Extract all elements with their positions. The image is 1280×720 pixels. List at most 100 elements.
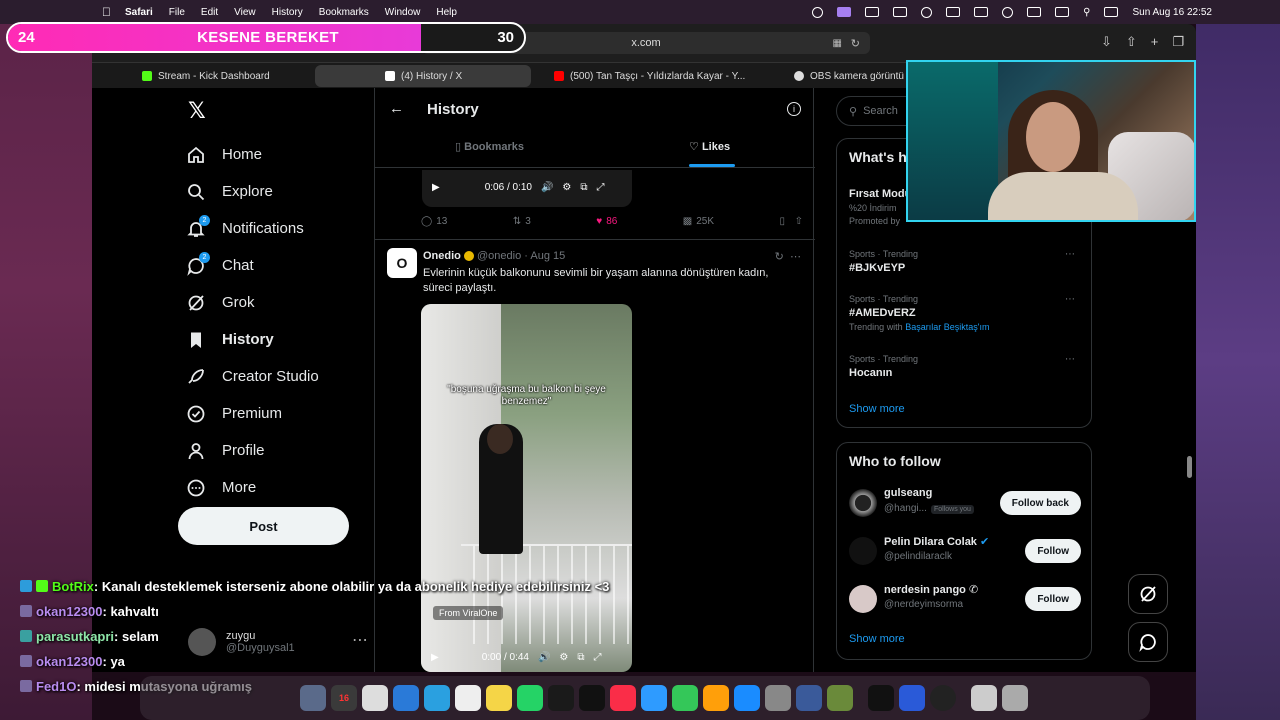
info-icon[interactable]: i (787, 102, 801, 116)
pages-icon[interactable] (703, 685, 729, 711)
calendar-icon[interactable]: 16 (331, 685, 357, 711)
tweet-handle[interactable]: @onedio (477, 250, 521, 262)
wifi-icon[interactable] (1055, 7, 1070, 17)
tab-overview-icon[interactable]: ❐ (1172, 34, 1184, 50)
tweet-more-icon[interactable]: ↻ ⋯ (775, 250, 801, 263)
fullscreen-icon[interactable]: ⤢ (597, 182, 605, 193)
whatsapp-icon[interactable] (517, 685, 543, 711)
sidebar-item-more[interactable]: More (186, 469, 386, 506)
reply-button[interactable]: ◯ 13 (421, 216, 447, 227)
music-icon[interactable] (610, 685, 636, 711)
follow-suggestion[interactable]: nerdesin pango ✆ @nerdeyimsorma Follow (849, 583, 1081, 617)
back-arrow-icon[interactable]: ← (389, 100, 404, 117)
views-button[interactable]: ▩ 25K (683, 216, 714, 227)
like-button[interactable]: ♥ 86 (596, 216, 617, 227)
tab-likes[interactable]: ♡ Likes (689, 140, 730, 153)
share-icon[interactable]: ⇧ (795, 216, 803, 227)
follow-button[interactable]: Follow (1025, 539, 1081, 563)
avatar[interactable]: O (387, 248, 417, 278)
trend-more-icon[interactable]: ⋯ (1065, 249, 1075, 260)
settings-icon[interactable]: ⚙ (562, 182, 571, 193)
video-player[interactable]: ▶ 0:06 / 0:10 🔊 ⚙ ⧉ ⤢ (422, 170, 632, 207)
menu-file[interactable]: File (169, 7, 185, 18)
trend-link[interactable]: Başarılar Beşiktaş'ım (905, 322, 989, 332)
bookmark-button[interactable]: ▯ ⇧ (780, 216, 803, 227)
tab-bookmarks[interactable]: ▯ Bookmarks (455, 140, 524, 153)
menu-edit[interactable]: Edit (201, 7, 218, 18)
trash-icon[interactable] (1002, 685, 1028, 711)
menu-view[interactable]: View (234, 7, 256, 18)
sidebar-item-notifications[interactable]: 2 Notifications (186, 210, 386, 247)
grok-float-button[interactable] (1128, 574, 1168, 614)
obs-icon[interactable] (930, 685, 956, 711)
tab-kick[interactable]: Stream - Kick Dashboard (132, 65, 332, 87)
weather-icon[interactable] (974, 7, 989, 17)
notes-app-icon[interactable] (362, 685, 388, 711)
apple-icon[interactable]:  (102, 5, 111, 19)
new-tab-icon[interactable]: + (1151, 34, 1159, 50)
volume-icon[interactable]: 🔊 (541, 182, 553, 193)
telegram-icon[interactable] (424, 685, 450, 711)
downloads-icon[interactable] (971, 685, 997, 711)
wd-icon[interactable] (899, 685, 925, 711)
status-icon[interactable] (812, 6, 824, 18)
fullscreen-icon[interactable]: ⤢ (594, 652, 602, 663)
tweet-date[interactable]: Aug 15 (530, 250, 565, 262)
repost-button[interactable]: ⇅ 3 (513, 216, 531, 227)
pip-icon[interactable]: ⧉ (580, 182, 587, 193)
menu-window[interactable]: Window (385, 7, 421, 18)
messages-float-button[interactable] (1128, 622, 1168, 662)
tweet-author[interactable]: Onedio (423, 250, 461, 262)
chrome-icon[interactable] (455, 685, 481, 711)
trend-more-icon[interactable]: ⋯ (1065, 294, 1075, 305)
disk-icon[interactable] (921, 6, 933, 18)
tab-youtube[interactable]: (500) Tan Taşçı - Yıldızlarda Kayar - Y.… (544, 65, 754, 87)
finder-icon[interactable] (300, 685, 326, 711)
show-more-link[interactable]: Show more (849, 403, 905, 415)
menu-app-name[interactable]: Safari (125, 7, 153, 18)
sidebar-item-home[interactable]: Home (186, 136, 386, 173)
play-icon[interactable] (1002, 6, 1014, 18)
follow-suggestion[interactable]: gulseang @hangi... Follows you Follow bac… (849, 487, 1081, 521)
appstore-icon[interactable] (734, 685, 760, 711)
control-center-icon[interactable] (1104, 7, 1119, 17)
spotlight-icon[interactable]: ⚲ (1083, 7, 1090, 18)
sidebar-item-premium[interactable]: Premium (186, 395, 386, 432)
sidebar-item-explore[interactable]: Explore (186, 173, 386, 210)
follow-suggestion[interactable]: Pelin Dilara Colak ✔ @pelindilaraclk Fol… (849, 535, 1081, 569)
tab-obs[interactable]: OBS kamera görüntü (784, 65, 914, 87)
trend-item[interactable]: Sports · Trending #AMEDvERZ Trending wit… (849, 294, 1081, 332)
appletv-icon[interactable] (579, 685, 605, 711)
menu-help[interactable]: Help (436, 7, 457, 18)
scrollbar[interactable] (1187, 456, 1192, 478)
safari-icon[interactable] (393, 685, 419, 711)
downloads-icon[interactable]: ⇩ (1101, 34, 1112, 50)
sidebar-item-grok[interactable]: Grok (186, 284, 386, 321)
battery-icon[interactable] (1027, 7, 1042, 17)
trend-more-icon[interactable]: ⋯ (1065, 354, 1075, 365)
menubar-clock[interactable]: Sun Aug 16 22:52 (1132, 7, 1212, 18)
bluetooth-icon[interactable] (946, 7, 961, 17)
reload-icon[interactable]: ↻ (851, 37, 860, 50)
wd-icon[interactable] (865, 7, 880, 17)
post-button[interactable]: Post (178, 507, 349, 545)
follow-button[interactable]: Follow (1025, 587, 1081, 611)
follow-back-button[interactable]: Follow back (999, 491, 1081, 515)
notes-icon[interactable] (486, 685, 512, 711)
preview-icon[interactable] (796, 685, 822, 711)
menu-history[interactable]: History (272, 7, 303, 18)
screen-record-icon[interactable] (837, 7, 852, 17)
sidebar-item-history[interactable]: History (186, 321, 386, 358)
translate-icon[interactable]: ▦ (833, 38, 842, 49)
epic-games-icon[interactable] (868, 685, 894, 711)
trend-item[interactable]: Sports · Trending Hocanın ⋯ (849, 354, 1081, 379)
numbers-icon[interactable] (672, 685, 698, 711)
tab-x-history[interactable]: (4) History / X (315, 65, 531, 87)
keynote-icon[interactable] (641, 685, 667, 711)
game-icon[interactable] (827, 685, 853, 711)
show-more-link[interactable]: Show more (849, 633, 905, 645)
sidebar-item-chat[interactable]: 2 Chat (186, 247, 386, 284)
share-icon[interactable]: ⇧ (1126, 34, 1137, 50)
freeform-icon[interactable] (548, 685, 574, 711)
sidebar-item-profile[interactable]: Profile (186, 432, 386, 469)
